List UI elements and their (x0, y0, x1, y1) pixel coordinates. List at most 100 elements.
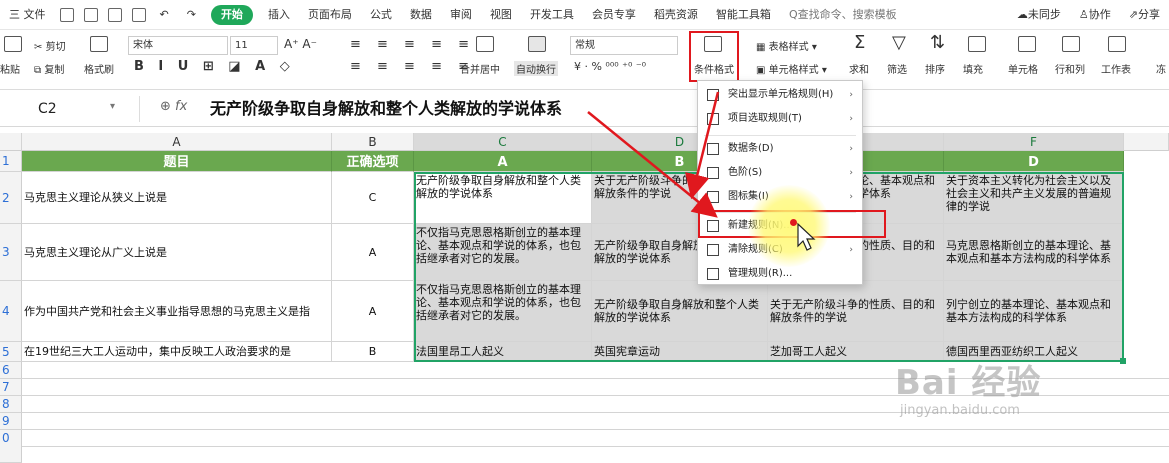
row-header-9[interactable]: 9 (0, 413, 22, 430)
fill-button[interactable]: 填充 (963, 61, 983, 76)
paste-button[interactable]: 粘贴 (0, 61, 20, 76)
row-header-2[interactable]: 2 (0, 172, 22, 224)
cell-b1-header[interactable]: 正确选项 (332, 151, 414, 172)
save-icon[interactable] (59, 7, 74, 22)
row-header-10[interactable]: 0 (0, 430, 22, 463)
font-size-select[interactable]: 11 (230, 36, 278, 55)
sort-button[interactable]: 排序 (925, 61, 945, 76)
cell-style-button[interactable]: ▣ 单元格样式 ▾ (756, 61, 827, 76)
font-name-select[interactable]: 宋体 (128, 36, 228, 55)
tab-review[interactable]: 审阅 (441, 0, 481, 30)
cell-b3[interactable]: A (332, 224, 414, 281)
empty-row-10[interactable] (22, 430, 1169, 447)
column-header-c[interactable]: C (414, 133, 592, 151)
command-search[interactable]: Q查找命令、搜索模板 (780, 0, 906, 30)
cell-c5[interactable]: 法国里昂工人起义 (414, 342, 592, 362)
cell-f3[interactable]: 马克思恩格斯创立的基本理论、基本观点和基本方法构成的科学体系 (944, 224, 1124, 281)
fill-handle[interactable] (1120, 358, 1126, 364)
select-all-corner[interactable] (0, 133, 22, 151)
wrap-text-icon[interactable] (528, 36, 546, 52)
tab-formulas[interactable]: 公式 (361, 0, 401, 30)
format-painter-button[interactable]: 格式刷 (84, 61, 114, 76)
row-header-8[interactable]: 8 (0, 396, 22, 413)
collab-button[interactable]: ♙协作 (1070, 0, 1120, 30)
cell-d4[interactable]: 无产阶级争取自身解放和整个人类解放的学说体系 (592, 281, 768, 342)
cell-icon[interactable] (1018, 36, 1036, 52)
cell-c1-header[interactable]: A (414, 151, 592, 172)
number-format-select[interactable]: 常规 (570, 36, 678, 55)
column-header-b[interactable]: B (332, 133, 414, 151)
share-button[interactable]: ⇗分享 (1120, 0, 1169, 30)
cell-button[interactable]: 单元格 (1008, 61, 1038, 76)
tab-insert[interactable]: 插入 (259, 0, 299, 30)
cell-f4[interactable]: 列宁创立的基本理论、基本观点和基本方法构成的科学体系 (944, 281, 1124, 342)
freeze-button[interactable]: 冻 (1156, 61, 1166, 76)
font-size-buttons[interactable]: A⁺ A⁻ (284, 37, 317, 51)
cell-b4[interactable]: A (332, 281, 414, 342)
cell-f1-header[interactable]: D (944, 151, 1124, 172)
cell-b5[interactable]: B (332, 342, 414, 362)
row-header-5[interactable]: 5 (0, 342, 22, 362)
tab-start[interactable]: 开始 (210, 4, 253, 25)
sort-icon[interactable]: ⇅ (930, 32, 945, 53)
merge-center-icon[interactable] (476, 36, 494, 52)
tab-view[interactable]: 视图 (481, 0, 521, 30)
paste-icon[interactable] (4, 36, 22, 52)
worksheet-icon[interactable] (1108, 36, 1126, 52)
cell-d5[interactable]: 英国宪章运动 (592, 342, 768, 362)
column-header-a[interactable]: A (22, 133, 332, 151)
formula-input[interactable]: 无产阶级争取自身解放和整个人类解放的学说体系 (210, 96, 562, 122)
name-box[interactable]: C2 (0, 96, 140, 122)
undo-icon[interactable]: ↶ (151, 0, 178, 30)
cell-f2[interactable]: 关于资本主义转化为社会主义以及社会主义和共产主义发展的普遍规律的学说 (944, 172, 1124, 224)
font-style-buttons[interactable]: B I U ⊞ ◪ A ◇ (134, 59, 295, 74)
row-col-icon[interactable] (1062, 36, 1080, 52)
cell-b2[interactable]: C (332, 172, 414, 224)
cell-c3[interactable]: 不仅指马克思恩格斯创立的基本理论、基本观点和学说的体系，也包括继承者对它的发展。 (414, 224, 592, 281)
cell-e4[interactable]: 关于无产阶级斗争的性质、目的和解放条件的学说 (768, 281, 944, 342)
cell-a2[interactable]: 马克思主义理论从狭义上说是 (22, 172, 332, 224)
format-painter-icon[interactable] (90, 36, 108, 52)
column-header-f[interactable]: F (944, 133, 1124, 151)
tab-docer[interactable]: 稻壳资源 (645, 0, 707, 30)
cell-a4[interactable]: 作为中国共产党和社会主义事业指导思想的马克思主义是指 (22, 281, 332, 342)
align-top-buttons[interactable]: ≡ ≡ ≡ ≡ ≡ (350, 37, 475, 52)
row-header-4[interactable]: 4 (0, 281, 22, 342)
copy-button[interactable]: ⧉ 复制 (34, 61, 64, 76)
cell-a5[interactable]: 在19世纪三大工人运动中，集中反映工人政治要求的是 (22, 342, 332, 362)
align-bottom-buttons[interactable]: ≡ ≡ ≡ ≡ ≡ (350, 59, 475, 74)
filter-icon[interactable]: ▽ (892, 32, 906, 53)
row-header-7[interactable]: 7 (0, 379, 22, 396)
tab-smart-tools[interactable]: 智能工具箱 (707, 0, 780, 30)
wrap-text-button[interactable]: 自动换行 (514, 61, 558, 76)
menu-item-top-bottom-rules[interactable]: 项目选取规则(T) › (698, 107, 862, 131)
export-icon[interactable] (83, 7, 98, 22)
menu-item-data-bars[interactable]: 数据条(D) › (698, 137, 862, 161)
tab-page-layout[interactable]: 页面布局 (299, 0, 361, 30)
cell-a3[interactable]: 马克思主义理论从广义上说是 (22, 224, 332, 281)
fx-icon[interactable]: ⊕ fx (160, 99, 187, 114)
tab-member[interactable]: 会员专享 (583, 0, 645, 30)
sum-button[interactable]: 求和 (849, 61, 869, 76)
tab-data[interactable]: 数据 (401, 0, 441, 30)
cell-c2[interactable]: 无产阶级争取自身解放和整个人类解放的学说体系 (414, 172, 592, 224)
sum-icon[interactable]: Σ (854, 32, 865, 53)
sync-status[interactable]: ☁未同步 (1008, 0, 1070, 30)
menu-item-highlight-rules[interactable]: 突出显示单元格规则(H) › (698, 83, 862, 107)
name-box-dropdown-icon[interactable]: ▾ (110, 101, 115, 112)
fill-icon[interactable] (968, 36, 986, 52)
cell-c4[interactable]: 不仅指马克思恩格斯创立的基本理论、基本观点和学说的体系，也包括继承者对它的发展。 (414, 281, 592, 342)
print-icon[interactable] (107, 7, 122, 22)
row-header-1[interactable]: 1 (0, 151, 22, 172)
row-header-3[interactable]: 3 (0, 224, 22, 281)
worksheet-button[interactable]: 工作表 (1101, 61, 1131, 76)
file-menu[interactable]: 三 文件 (0, 0, 55, 30)
row-col-button[interactable]: 行和列 (1055, 61, 1085, 76)
table-style-button[interactable]: ▦ 表格样式 ▾ (756, 38, 817, 53)
redo-icon[interactable]: ↷ (178, 0, 205, 30)
row-header-6[interactable]: 6 (0, 362, 22, 379)
preview-icon[interactable] (131, 7, 146, 22)
cell-a1-header[interactable]: 题目 (22, 151, 332, 172)
menu-item-color-scales[interactable]: 色阶(S) › (698, 161, 862, 185)
filter-button[interactable]: 筛选 (887, 61, 907, 76)
